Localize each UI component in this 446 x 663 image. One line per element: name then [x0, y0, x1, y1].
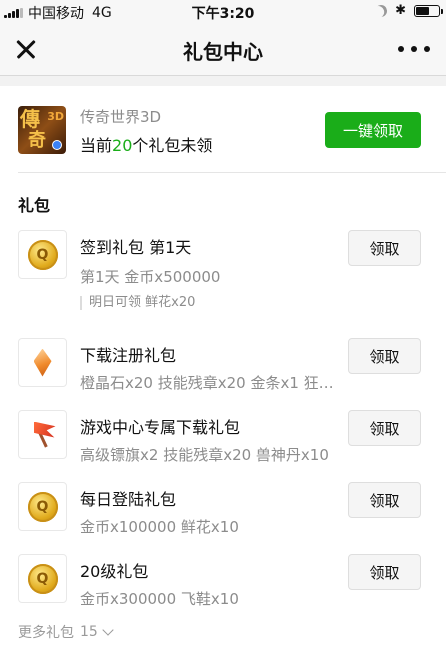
more-gifts-link[interactable]: 更多礼包 15 [18, 622, 114, 642]
gift-name: 20级礼包 [80, 562, 149, 581]
orange-crystal-icon [18, 338, 67, 387]
more-gifts-label: 更多礼包 [18, 625, 74, 641]
divider [18, 172, 446, 173]
battery-fill [416, 6, 430, 15]
gold-coin-icon: Q [18, 554, 67, 603]
status-suffix: 个礼包未领 [132, 136, 213, 155]
claim-all-button[interactable]: 一键领取 [325, 112, 421, 148]
gold-coin-icon: Q [18, 230, 67, 279]
gift-center-content: 傳 3D 奇 传奇世界3D 当前20个礼包未领 一键领取 礼包 Q 签到礼包 第1天… [0, 86, 446, 663]
nav-bar: 礼包中心 [0, 22, 446, 76]
section-title: 礼包 [18, 196, 51, 215]
unclaimed-status: 当前20个礼包未领 [80, 132, 212, 156]
game-name: 传奇世界3D [80, 108, 162, 126]
gift-desc: 高级镖旗x2 技能残章x20 兽神丹x10 [80, 446, 329, 464]
gift-note: 明日可领 鲜花x20 [80, 296, 195, 310]
battery-icon [414, 4, 443, 17]
unclaimed-count: 20 [112, 136, 133, 155]
status-prefix: 当前 [80, 136, 113, 155]
gift-name: 下载注册礼包 [80, 346, 177, 365]
chevron-down-icon [102, 624, 114, 636]
gift-name: 游戏中心专属下载礼包 [80, 418, 241, 437]
more-options-icon[interactable] [398, 39, 430, 59]
claim-button[interactable]: 领取 [348, 230, 421, 266]
page-title: 礼包中心 [183, 40, 263, 64]
gift-name: 每日登陆礼包 [80, 490, 177, 509]
game-header: 傳 3D 奇 传奇世界3D 当前20个礼包未领 一键领取 [0, 86, 446, 172]
red-flag-icon [18, 410, 67, 459]
gift-desc: 金币x100000 鲜花x10 [80, 518, 239, 536]
claim-button[interactable]: 领取 [348, 554, 421, 590]
bluetooth-icon: ✱ [395, 3, 406, 18]
claim-button[interactable]: 领取 [348, 410, 421, 446]
gift-desc: 第1天 金币x500000 [80, 268, 221, 286]
gift-desc: 橙晶石x20 技能残章x20 金条x1 狂暴之… [80, 374, 342, 392]
gift-name: 签到礼包 第1天 [80, 238, 192, 257]
gold-coin-icon: Q [18, 482, 67, 531]
moon-icon [373, 3, 388, 18]
more-gifts-count: 15 [80, 624, 98, 640]
game-logo: 傳 3D 奇 [18, 106, 66, 154]
claim-button[interactable]: 领取 [348, 482, 421, 518]
status-bar: 中国移动 4G 下午3:20 ✱ [0, 0, 446, 22]
claim-button[interactable]: 领取 [348, 338, 421, 374]
status-right: ✱ [373, 3, 443, 18]
gift-desc: 金币x300000 飞鞋x10 [80, 590, 239, 608]
